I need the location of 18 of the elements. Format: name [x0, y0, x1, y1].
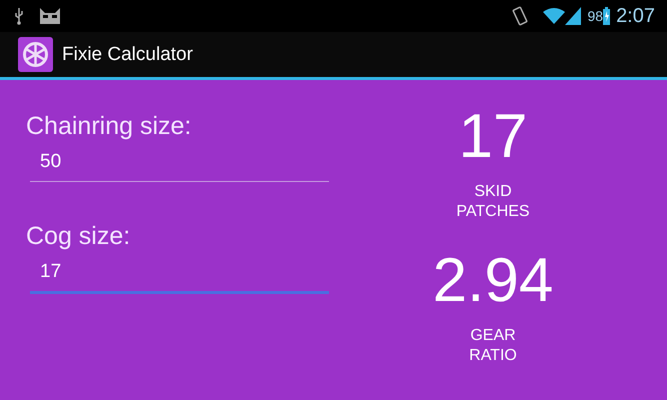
result-caption: GEAR RATIO — [468, 326, 518, 366]
phone-rotate-icon — [511, 6, 530, 26]
result-caption: SKID PATCHES — [455, 182, 531, 222]
field-label: Chainring size: — [26, 112, 192, 141]
result-value: 2.94 — [432, 250, 554, 312]
wifi-icon — [543, 8, 566, 24]
result-value: 17 — [458, 106, 528, 168]
robot-head-icon — [38, 6, 62, 26]
signal-icon — [565, 7, 582, 25]
battery-level: 98 — [587, 8, 604, 24]
input-field[interactable]: 50 — [30, 151, 329, 182]
usb-icon — [14, 7, 24, 25]
field-label: Cog size: — [26, 222, 132, 251]
app-logo-icon[interactable] — [18, 37, 53, 72]
battery-charging-icon — [603, 7, 610, 25]
input-field[interactable]: 17 — [30, 261, 329, 294]
clock-time: 2:07 — [616, 4, 655, 28]
app-title: Fixie Calculator — [62, 44, 193, 66]
